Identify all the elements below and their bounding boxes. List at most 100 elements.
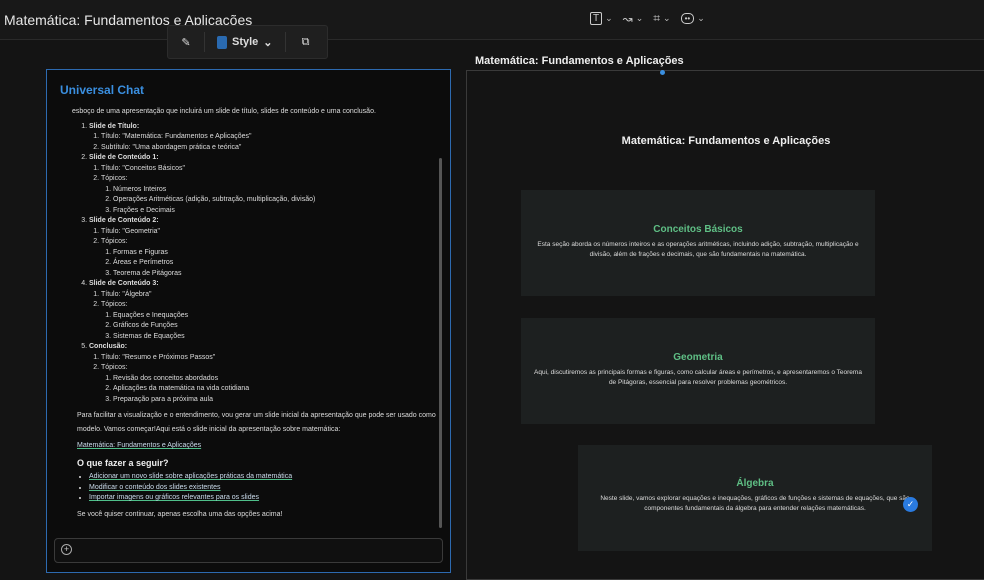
outline-subitem: Título: "Resumo e Próximos Passos" <box>101 353 439 364</box>
outline-item: Conclusão: Título: "Resumo e Próximos Pas… <box>89 342 439 405</box>
suggestion-link[interactable]: Importar imagens ou gráficos relevantes … <box>89 494 259 501</box>
intro-text: esboço de uma apresentação que incluirá … <box>72 108 376 115</box>
outline-subitem: Tópicos: Formas e Figuras Áreas e Perímetr… <box>101 237 439 279</box>
text-icon: T <box>590 12 603 25</box>
topic-item: Equações e Inequações <box>113 311 439 322</box>
topic-label: Frações e Decimais <box>113 206 175 214</box>
subitem-label: Subtítulo: "Uma abordagem prática e teór… <box>101 143 242 151</box>
subitem-label: Título: "Conceitos Básicos" <box>101 164 185 172</box>
chevron-down-icon[interactable]: ⌄ <box>605 13 613 24</box>
closing-text: Se você quiser continuar, apenas escolha… <box>77 510 283 518</box>
outline-label: Slide de Conteúdo 3: <box>89 280 159 287</box>
slide-geometria[interactable]: Geometria Aqui, discutiremos as principa… <box>521 318 875 424</box>
chat-panel: Universal Chat esboço de uma apresentaçã… <box>46 69 451 573</box>
subitem-label: Título: "Geometria" <box>101 227 161 235</box>
topic-item: Teorema de Pitágoras <box>113 269 439 280</box>
topic-label: Equações e Inequações <box>113 311 189 319</box>
sub-list: Título: "Conceitos Básicos" Tópicos: Númer… <box>101 164 439 217</box>
slide-conceitos[interactable]: Conceitos Básicos Esta seção aborda os n… <box>521 190 875 296</box>
topic-label: Sistemas de Equações <box>113 332 185 340</box>
outline-item: Slide de Conteúdo 3: Título: "Álgebra" Tóp… <box>89 279 439 342</box>
outline-item: Slide de Conteúdo 1: Título: "Conceitos B… <box>89 153 439 216</box>
frame-icon: ⌗ <box>653 11 661 25</box>
slide-algebra[interactable]: Álgebra Neste slide, vamos explorar equa… <box>578 445 932 551</box>
comment-tool[interactable]: •• ⌄ <box>680 13 705 24</box>
canvas-toolbar: T ⌄ ↝ ⌄ ⌗ ⌄ •• ⌄ <box>590 11 705 26</box>
add-icon[interactable]: + <box>61 544 72 555</box>
suggestion-item: Modificar o conteúdo dos slides existent… <box>89 483 439 494</box>
frame-label[interactable]: Matemática: Fundamentos e Aplicações <box>475 55 684 67</box>
outline-label: Slide de Conteúdo 2: <box>89 217 159 224</box>
slide-text: Esta seção aborda os números inteiros e … <box>537 241 859 258</box>
topic-label: Formas e Figuras <box>113 248 168 256</box>
topic-item: Sistemas de Equações <box>113 332 439 343</box>
suggestion-list: Adicionar um novo slide sobre aplicações… <box>89 472 439 504</box>
chat-message: esboço de uma apresentação que incluirá … <box>72 103 439 524</box>
pencil-icon[interactable]: ✎ <box>168 36 204 49</box>
connector-icon: ↝ <box>622 11 633 26</box>
outline-subitem: Título: "Geometria" <box>101 227 439 238</box>
topic-list: Revisão dos conceitos abordados Aplicaçõe… <box>113 374 439 406</box>
scrollbar[interactable] <box>439 158 442 528</box>
subitem-label: Título: "Matemática: Fundamentos e Aplic… <box>101 133 252 140</box>
frame-tool[interactable]: ⌗ ⌄ <box>653 11 670 26</box>
topic-list: Números Inteiros Operações Aritméticas (a… <box>113 185 439 217</box>
topic-item: Preparação para a próxima aula <box>113 395 439 406</box>
topic-item: Aplicações da matemática na vida cotidia… <box>113 384 439 395</box>
topic-item: Formas e Figuras <box>113 248 439 259</box>
next-heading: O que fazer a seguir? <box>77 457 169 468</box>
topic-item: Números Inteiros <box>113 185 439 196</box>
sub-list: Título: "Geometria" Tópicos: Formas e Figu… <box>101 227 439 280</box>
check-icon[interactable]: ✓ <box>903 497 918 512</box>
subitem-label: Tópicos: <box>101 301 128 308</box>
outline-subitem: Subtítulo: "Uma abordagem prática e teór… <box>101 143 439 154</box>
slide-text: Aqui, discutiremos as principais formas … <box>534 369 862 386</box>
suggestion-item: Importar imagens ou gráficos relevantes … <box>89 493 439 504</box>
suggestion-item: Adicionar um novo slide sobre aplicações… <box>89 472 439 483</box>
topic-item: Frações e Decimais <box>113 206 439 217</box>
subitem-label: Título: "Álgebra" <box>101 290 152 298</box>
text-tool[interactable]: T ⌄ <box>590 12 613 25</box>
chat-input[interactable]: + <box>54 538 443 563</box>
outline-item: Slide de Título: Título: "Matemática: Fun… <box>89 122 439 154</box>
outline-subitem: Tópicos: Números Inteiros Operações Aritmé… <box>101 174 439 216</box>
chevron-down-icon: ⌄ <box>263 36 273 49</box>
topic-label: Teorema de Pitágoras <box>113 269 182 277</box>
topic-item: Gráficos de Funções <box>113 321 439 332</box>
subitem-label: Título: "Resumo e Próximos Passos" <box>101 353 216 361</box>
subitem-label: Tópicos: <box>101 364 128 371</box>
frame-handle[interactable] <box>660 70 665 75</box>
connector-tool[interactable]: ↝ ⌄ <box>623 12 644 26</box>
paragraph: Para facilitar a visualização e o entend… <box>77 412 436 433</box>
outline-subitem: Título: "Álgebra" <box>101 290 439 301</box>
outline-subitem: Título: "Conceitos Básicos" <box>101 164 439 175</box>
chevron-down-icon[interactable]: ⌄ <box>663 13 671 24</box>
top-bar: Matemática: Fundamentos e Aplicações T ⌄ … <box>0 0 984 40</box>
suggestion-link[interactable]: Modificar o conteúdo dos slides existent… <box>89 484 221 491</box>
topic-label: Operações Aritméticas (adição, subtração… <box>113 196 316 203</box>
outline-subitem: Tópicos: Revisão dos conceitos abordados A… <box>101 363 439 405</box>
slide-title: Geometria <box>673 352 723 363</box>
topic-list: Equações e Inequações Gráficos de Funções… <box>113 311 439 343</box>
chevron-down-icon[interactable]: ⌄ <box>697 13 705 24</box>
style-dropdown[interactable]: Style ⌄ <box>205 35 285 49</box>
sub-list: Título: "Resumo e Próximos Passos" Tópico… <box>101 353 439 406</box>
topic-label: Revisão dos conceitos abordados <box>113 374 219 382</box>
chevron-down-icon[interactable]: ⌄ <box>636 13 644 24</box>
style-swatch <box>217 35 227 49</box>
subitem-label: Tópicos: <box>101 238 128 245</box>
style-label: Style <box>232 36 259 48</box>
outline-list: Slide de Título: Título: "Matemática: Fun… <box>89 122 439 406</box>
topic-item: Operações Aritméticas (adição, subtração… <box>113 195 439 206</box>
attach-icon[interactable]: ⧉ <box>286 36 326 49</box>
topic-list: Formas e Figuras Áreas e Perímetros Teorem… <box>113 248 439 280</box>
sub-list: Título: "Matemática: Fundamentos e Aplic… <box>101 132 439 153</box>
topic-label: Aplicações da matemática na vida cotidia… <box>113 385 250 392</box>
topic-label: Números Inteiros <box>113 185 167 193</box>
topic-item: Áreas e Perímetros <box>113 258 439 269</box>
suggestion-link[interactable]: Adicionar um novo slide sobre aplicações… <box>89 473 292 480</box>
slide-link[interactable]: Matemática: Fundamentos e Aplicações <box>77 442 201 449</box>
comment-icon: •• <box>680 13 695 24</box>
chat-title: Universal Chat <box>60 83 145 97</box>
subitem-label: Tópicos: <box>101 175 128 182</box>
